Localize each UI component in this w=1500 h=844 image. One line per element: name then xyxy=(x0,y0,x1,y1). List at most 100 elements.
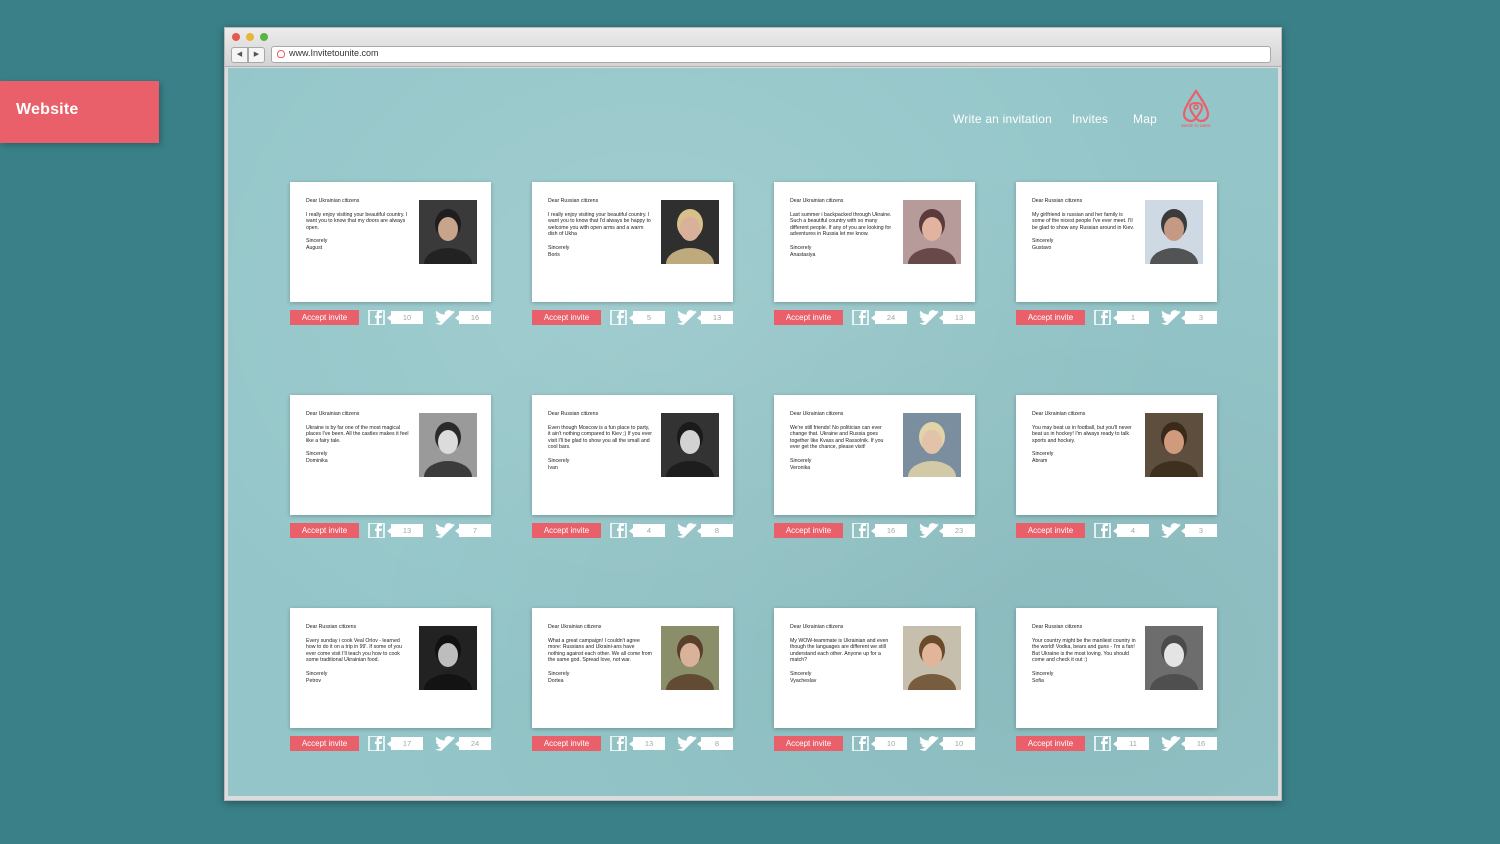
author-photo xyxy=(419,413,477,477)
twitter-icon[interactable] xyxy=(434,523,456,538)
facebook-icon[interactable] xyxy=(368,523,386,538)
facebook-icon[interactable] xyxy=(610,736,628,751)
twitter-icon[interactable] xyxy=(918,310,940,325)
facebook-icon[interactable] xyxy=(610,523,628,538)
invite-signoff: Sincerely xyxy=(548,457,570,464)
author-photo xyxy=(1145,413,1203,477)
invite-greeting: Dear Russian citizens xyxy=(548,198,599,204)
invite-greeting: Dear Russian citizens xyxy=(548,411,599,417)
invite-actions: Accept invite 16 23 xyxy=(774,523,975,538)
invite-card[interactable]: Dear Russian citizens Your country might … xyxy=(1016,608,1217,728)
invite-card[interactable]: Dear Russian citizens Every sunday i cook… xyxy=(290,608,491,728)
facebook-share-count: 4 xyxy=(629,524,665,537)
invite-author: Dominika xyxy=(306,457,328,464)
author-photo xyxy=(1145,626,1203,690)
invite-greeting: Dear Russian citizens xyxy=(1032,198,1083,204)
invite-card[interactable]: Dear Russian citizens Even though Moscow … xyxy=(532,395,733,515)
invite-message: Your country might be the manliest count… xyxy=(1032,637,1136,664)
accept-invite-button[interactable]: Accept invite xyxy=(1016,310,1085,325)
facebook-icon[interactable] xyxy=(368,310,386,325)
twitter-icon[interactable] xyxy=(676,523,698,538)
invite-text: Dear Ukrainian citizens You may beat us i… xyxy=(1032,411,1136,465)
twitter-share-count: 23 xyxy=(939,524,975,537)
invite-text: Dear Russian citizens Even though Moscow … xyxy=(548,411,652,471)
invite-message: Last summer i backpacked through Ukraine… xyxy=(790,211,892,238)
logo-wordmark: INVITE TO UNITE xyxy=(1181,124,1211,128)
invite-card[interactable]: Dear Russian citizens My girlfriend is ru… xyxy=(1016,182,1217,302)
invite-text: Dear Ukrainian citizens What a great camp… xyxy=(548,624,652,684)
close-window-button[interactable] xyxy=(232,33,240,41)
nav-write-invitation[interactable]: Write an invitation xyxy=(953,112,1052,126)
facebook-share-count: 5 xyxy=(629,311,665,324)
maximize-window-button[interactable] xyxy=(260,33,268,41)
invite-text: Dear Ukrainian citizens My WOW-teammate i… xyxy=(790,624,894,684)
invite-card[interactable]: Dear Ukrainian citizens I really enjoy vi… xyxy=(290,182,491,302)
author-photo xyxy=(903,413,961,477)
facebook-icon[interactable] xyxy=(610,310,628,325)
invite-text: Dear Ukrainian citizens Last summer i bac… xyxy=(790,198,894,258)
facebook-icon[interactable] xyxy=(852,310,870,325)
invite-message: I really enjoy visiting your beautiful c… xyxy=(306,211,408,231)
twitter-icon[interactable] xyxy=(1160,523,1182,538)
invite-actions: Accept invite 11 16 xyxy=(1016,736,1217,751)
author-photo xyxy=(1145,200,1203,264)
accept-invite-button[interactable]: Accept invite xyxy=(774,523,843,538)
accept-invite-button[interactable]: Accept invite xyxy=(532,523,601,538)
invite-card[interactable]: Dear Russian citizens I really enjoy visi… xyxy=(532,182,733,302)
invite-actions: Accept invite 5 13 xyxy=(532,310,733,325)
invite-card[interactable]: Dear Ukrainian citizens You may beat us i… xyxy=(1016,395,1217,515)
twitter-icon[interactable] xyxy=(918,523,940,538)
accept-invite-button[interactable]: Accept invite xyxy=(290,310,359,325)
twitter-icon[interactable] xyxy=(1160,310,1182,325)
facebook-icon[interactable] xyxy=(1094,310,1112,325)
accept-invite-button[interactable]: Accept invite xyxy=(1016,523,1085,538)
twitter-icon[interactable] xyxy=(434,736,456,751)
twitter-icon[interactable] xyxy=(676,310,698,325)
invite-message: We're still friends! No politician can e… xyxy=(790,424,884,451)
accept-invite-button[interactable]: Accept invite xyxy=(774,310,843,325)
minimize-window-button[interactable] xyxy=(246,33,254,41)
invite-message: Ukraine is by far one of the most magica… xyxy=(306,424,409,444)
facebook-icon[interactable] xyxy=(368,736,386,751)
invite-message: Even though Moscow is a fun place to par… xyxy=(548,424,652,451)
nav-invites[interactable]: Invites xyxy=(1072,112,1108,126)
invite-actions: Accept invite 13 8 xyxy=(532,736,733,751)
nav-map[interactable]: Map xyxy=(1133,112,1157,126)
facebook-icon[interactable] xyxy=(852,523,870,538)
back-button[interactable]: ◀ xyxy=(231,47,248,63)
invite-author: Gustavo xyxy=(1032,244,1052,251)
twitter-icon[interactable] xyxy=(1160,736,1182,751)
invite-to-unite-logo[interactable]: INVITE TO UNITE xyxy=(1178,88,1214,128)
invite-card[interactable]: Dear Ukrainian citizens What a great camp… xyxy=(532,608,733,728)
twitter-icon[interactable] xyxy=(434,310,456,325)
twitter-icon[interactable] xyxy=(918,736,940,751)
author-photo xyxy=(661,413,719,477)
facebook-icon[interactable] xyxy=(1094,736,1112,751)
invite-author: Petrov xyxy=(306,677,321,684)
facebook-share-count: 10 xyxy=(871,737,907,750)
invite-author: Dortea xyxy=(548,677,564,684)
invite-author: Abram xyxy=(1032,457,1048,464)
address-bar[interactable]: www.Invitetounite.com xyxy=(271,46,1271,63)
invite-signoff: Sincerely xyxy=(790,670,812,677)
facebook-share-count: 10 xyxy=(387,311,423,324)
invite-signoff: Sincerely xyxy=(306,670,328,677)
accept-invite-button[interactable]: Accept invite xyxy=(1016,736,1085,751)
facebook-icon[interactable] xyxy=(1094,523,1112,538)
website-content: Write an invitation Invites Map INVITE T… xyxy=(228,68,1278,796)
accept-invite-button[interactable]: Accept invite xyxy=(774,736,843,751)
invite-text: Dear Russian citizens I really enjoy visi… xyxy=(548,198,652,258)
invite-card[interactable]: Dear Ukrainian citizens My WOW-teammate i… xyxy=(774,608,975,728)
invite-card[interactable]: Dear Ukrainian citizens Ukraine is by far… xyxy=(290,395,491,515)
accept-invite-button[interactable]: Accept invite xyxy=(290,523,359,538)
invite-card[interactable]: Dear Ukrainian citizens Last summer i bac… xyxy=(774,182,975,302)
invite-card[interactable]: Dear Ukrainian citizens We're still frien… xyxy=(774,395,975,515)
twitter-icon[interactable] xyxy=(676,736,698,751)
accept-invite-button[interactable]: Accept invite xyxy=(290,736,359,751)
facebook-icon[interactable] xyxy=(852,736,870,751)
accept-invite-button[interactable]: Accept invite xyxy=(532,736,601,751)
invite-message: My WOW-teammate is Ukrainian and even th… xyxy=(790,637,889,664)
forward-button[interactable]: ▶ xyxy=(248,47,265,63)
accept-invite-button[interactable]: Accept invite xyxy=(532,310,601,325)
twitter-share-count: 10 xyxy=(939,737,975,750)
